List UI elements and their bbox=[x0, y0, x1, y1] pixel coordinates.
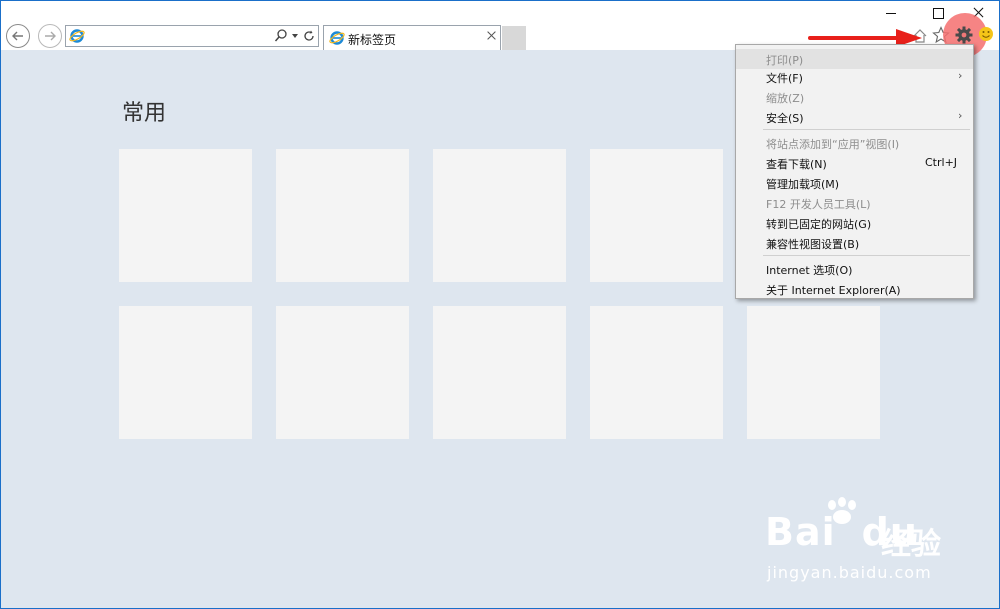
frequent-site-tile[interactable] bbox=[590, 306, 723, 439]
menu-separator bbox=[763, 255, 970, 256]
search-icon[interactable] bbox=[274, 28, 288, 44]
frequent-site-tile[interactable] bbox=[590, 149, 723, 282]
menu-item-view-downloads[interactable]: 查看下载(N) Ctrl+J bbox=[736, 153, 973, 173]
forward-button[interactable] bbox=[38, 24, 62, 48]
frequent-site-tile[interactable] bbox=[119, 149, 252, 282]
menu-item-label: 文件(F) bbox=[766, 72, 803, 85]
menu-item-label: 将站点添加到“应用”视图(I) bbox=[766, 138, 900, 151]
frequent-site-tile[interactable] bbox=[747, 306, 880, 439]
menu-item-f12-tools[interactable]: F12 开发人员工具(L) bbox=[736, 193, 973, 213]
menu-item-print[interactable]: 打印(P) bbox=[736, 49, 973, 69]
menu-item-safety[interactable]: 安全(S) › bbox=[736, 107, 973, 127]
refresh-icon[interactable] bbox=[302, 28, 316, 44]
menu-item-label: 转到已固定的网站(G) bbox=[766, 218, 872, 231]
menu-item-manage-addons[interactable]: 管理加载项(M) bbox=[736, 173, 973, 193]
menu-item-add-to-apps[interactable]: 将站点添加到“应用”视图(I) bbox=[736, 133, 973, 153]
feedback-smiley-icon[interactable] bbox=[978, 26, 994, 42]
menu-item-label: F12 开发人员工具(L) bbox=[766, 198, 871, 211]
frequent-site-tile[interactable] bbox=[276, 306, 409, 439]
tab-new-tab-page[interactable]: 新标签页 bbox=[323, 25, 501, 50]
frequent-site-tile[interactable] bbox=[119, 306, 252, 439]
frequent-site-tile[interactable] bbox=[433, 306, 566, 439]
ie-logo-icon bbox=[69, 29, 85, 43]
menu-item-zoom[interactable]: 缩放(Z) bbox=[736, 87, 973, 107]
gear-icon[interactable] bbox=[955, 26, 973, 44]
watermark-jingyan: 经验 bbox=[881, 527, 941, 562]
menu-item-label: Internet 选项(O) bbox=[766, 264, 853, 277]
menu-item-compat-view[interactable]: 兼容性视图设置(B) bbox=[736, 233, 973, 253]
back-button[interactable] bbox=[6, 24, 30, 48]
menu-item-file[interactable]: 文件(F) › bbox=[736, 67, 973, 87]
close-tab-icon[interactable] bbox=[486, 30, 498, 42]
menu-item-label: 管理加载项(M) bbox=[766, 178, 840, 191]
menu-item-label: 查看下载(N) bbox=[766, 158, 827, 171]
tab-title: 新标签页 bbox=[348, 33, 397, 47]
menu-item-label: 打印(P) bbox=[766, 54, 804, 67]
address-dropdown-icon[interactable] bbox=[292, 34, 298, 38]
menu-item-pinned-sites[interactable]: 转到已固定的网站(G) bbox=[736, 213, 973, 233]
submenu-chevron-icon: › bbox=[958, 69, 963, 82]
back-arrow-icon bbox=[12, 31, 23, 41]
new-tab-button[interactable] bbox=[502, 26, 526, 50]
ie-logo-icon bbox=[329, 31, 345, 45]
watermark-url: jingyan.baidu.com bbox=[767, 563, 932, 582]
submenu-chevron-icon: › bbox=[958, 109, 963, 122]
baidu-jingyan-watermark: Bai du 经验 jingyan.baidu.com bbox=[765, 497, 985, 595]
forward-arrow-icon bbox=[45, 31, 56, 41]
menu-item-about-ie[interactable]: 关于 Internet Explorer(A) bbox=[736, 279, 973, 299]
menu-item-label: 缩放(Z) bbox=[766, 92, 805, 105]
menu-item-label: 安全(S) bbox=[766, 112, 804, 125]
menu-item-shortcut: Ctrl+J bbox=[925, 156, 958, 169]
baidu-paw-icon bbox=[828, 497, 856, 524]
menu-item-label: 兼容性视图设置(B) bbox=[766, 238, 860, 251]
address-bar[interactable] bbox=[65, 25, 319, 47]
menu-item-label: 关于 Internet Explorer(A) bbox=[766, 284, 901, 297]
frequent-site-tile[interactable] bbox=[433, 149, 566, 282]
minimize-button[interactable] bbox=[876, 3, 906, 23]
menu-item-internet-options[interactable]: Internet 选项(O) bbox=[736, 259, 973, 279]
section-title: 常用 bbox=[122, 101, 167, 126]
tools-menu: 打印(P) 文件(F) › 缩放(Z) 安全(S) › 将站点添加到“应用”视图… bbox=[735, 44, 974, 299]
frequent-site-tile[interactable] bbox=[276, 149, 409, 282]
menu-separator bbox=[763, 129, 970, 130]
